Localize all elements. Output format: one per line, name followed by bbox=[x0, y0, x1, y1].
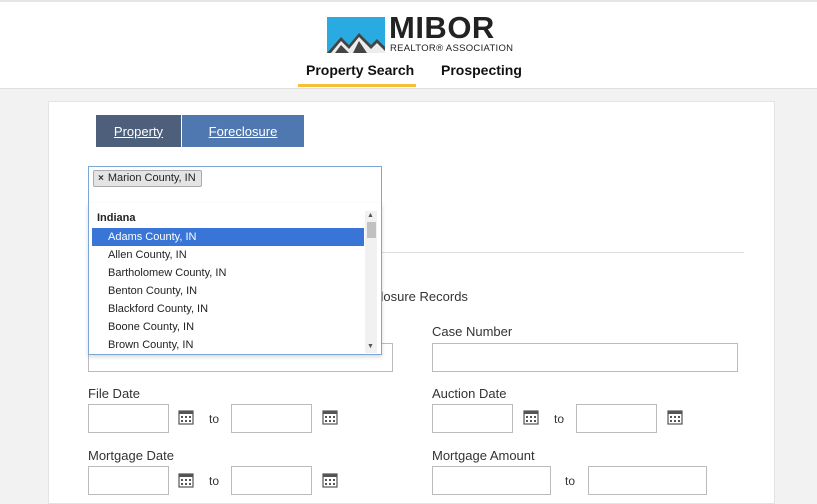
county-dropdown: Indiana Adams County, IN Allen County, I… bbox=[88, 203, 382, 355]
dropdown-scroll-thumb[interactable] bbox=[367, 222, 376, 238]
tab-property[interactable]: Property bbox=[96, 115, 181, 147]
county-option[interactable]: Benton County, IN bbox=[92, 282, 364, 300]
selected-county-label: Marion County, IN bbox=[107, 172, 196, 184]
foreclosure-records-text: closure Records bbox=[374, 289, 468, 304]
nav-property-search[interactable]: Property Search bbox=[306, 62, 414, 78]
calendar-icon[interactable] bbox=[322, 472, 338, 488]
county-option[interactable]: Brown County, IN bbox=[92, 336, 364, 354]
mortgage-amount-label: Mortgage Amount bbox=[432, 448, 535, 463]
mortgage-date-label: Mortgage Date bbox=[88, 448, 174, 463]
auction-date-to-label: to bbox=[554, 412, 565, 426]
auction-date-from-input[interactable] bbox=[432, 404, 513, 433]
file-date-from-input[interactable] bbox=[88, 404, 169, 433]
calendar-icon[interactable] bbox=[178, 409, 194, 425]
logo-mark-icon bbox=[327, 17, 385, 53]
county-options-list: Adams County, IN Allen County, IN Bartho… bbox=[92, 228, 364, 354]
calendar-icon[interactable] bbox=[667, 409, 683, 425]
close-icon[interactable]: × bbox=[98, 171, 104, 186]
case-number-input[interactable] bbox=[432, 343, 738, 372]
auction-date-label: Auction Date bbox=[432, 386, 507, 401]
calendar-icon[interactable] bbox=[523, 409, 539, 425]
scroll-down-arrow-icon[interactable]: ▼ bbox=[367, 343, 374, 350]
mortgage-date-to-input[interactable] bbox=[231, 466, 312, 495]
county-option[interactable]: Adams County, IN bbox=[92, 228, 364, 246]
county-multiselect[interactable]: × Marion County, IN bbox=[88, 166, 382, 204]
mortgage-date-from-input[interactable] bbox=[88, 466, 169, 495]
logo-subtitle: REALTOR® ASSOCIATION bbox=[390, 43, 514, 54]
county-option[interactable]: Bartholomew County, IN bbox=[92, 264, 364, 282]
county-option[interactable]: Blackford County, IN bbox=[92, 300, 364, 318]
mortgage-amount-min-input[interactable] bbox=[432, 466, 551, 495]
calendar-icon[interactable] bbox=[322, 409, 338, 425]
nav-active-indicator bbox=[298, 84, 416, 87]
mortgage-date-to-label: to bbox=[209, 474, 220, 488]
mortgage-amount-to-label: to bbox=[565, 474, 576, 488]
tab-foreclosure[interactable]: Foreclosure bbox=[182, 115, 304, 147]
selected-county-chip: × Marion County, IN bbox=[93, 170, 202, 187]
file-date-label: File Date bbox=[88, 386, 141, 401]
nav-prospecting[interactable]: Prospecting bbox=[441, 62, 522, 78]
dropdown-group-label: Indiana bbox=[97, 212, 136, 224]
file-date-to-input[interactable] bbox=[231, 404, 312, 433]
mortgage-amount-max-input[interactable] bbox=[588, 466, 707, 495]
logo-name: MIBOR bbox=[389, 10, 495, 45]
mibor-logo[interactable]: MIBOR REALTOR® ASSOCIATION bbox=[327, 10, 513, 55]
auction-date-to-input[interactable] bbox=[576, 404, 657, 433]
site-header: MIBOR REALTOR® ASSOCIATION Property Sear… bbox=[0, 2, 817, 89]
county-option[interactable]: Boone County, IN bbox=[92, 318, 364, 336]
county-option[interactable]: Allen County, IN bbox=[92, 246, 364, 264]
scroll-up-arrow-icon[interactable]: ▲ bbox=[367, 212, 374, 219]
case-number-label: Case Number bbox=[432, 324, 513, 339]
section-divider bbox=[380, 252, 744, 253]
file-date-to-label: to bbox=[209, 412, 220, 426]
calendar-icon[interactable] bbox=[178, 472, 194, 488]
